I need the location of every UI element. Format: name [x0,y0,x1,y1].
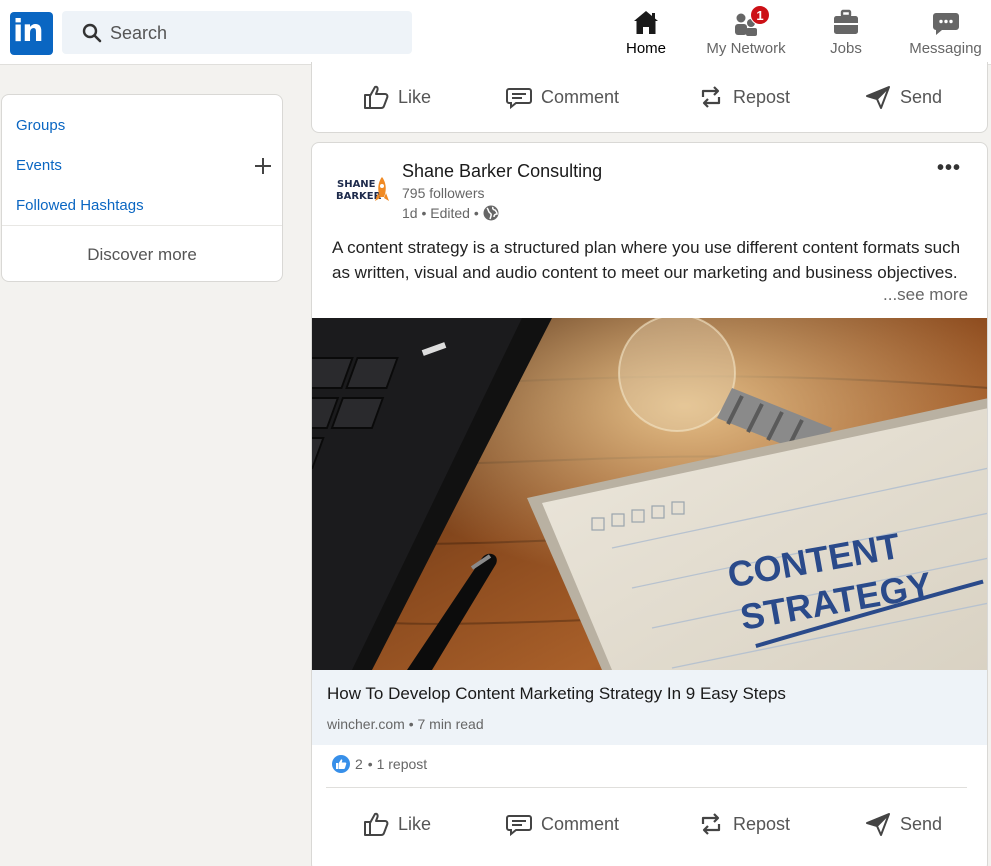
like-label: Like [398,86,432,107]
chat-bubble-icon [932,13,959,35]
post-image[interactable]: CONTENT STRATEGY [312,318,988,670]
see-more-link[interactable]: ...see more [883,285,968,305]
repost-count[interactable]: • 1 repost [368,756,427,772]
post-like-label: Like [398,813,432,834]
sidebar-link-followed-hashtags[interactable]: Followed Hashtags [16,197,144,214]
nav-messaging[interactable]: Messaging [900,0,991,64]
repost-label: Repost [733,86,791,107]
post-time: 1d • Edited • [402,205,479,221]
nav-jobs[interactable]: Jobs [808,0,884,64]
plus-icon[interactable] [254,157,272,175]
repost-icon [701,86,721,108]
post-send-button[interactable]: Send [864,804,942,844]
previous-post-actions: Like Comment Repost Send [311,62,988,133]
sidebar-link-groups[interactable]: Groups [16,117,65,134]
nav-my-network[interactable]: 1 My Network [698,0,794,64]
search-bar[interactable] [62,11,412,54]
company-name[interactable]: Shane Barker Consulting [402,161,602,182]
notification-badge: 1 [750,5,770,25]
reaction-count: 2 [355,756,363,772]
repost-icon [701,813,721,835]
post-like-button[interactable]: Like [362,804,431,844]
comment-label: Comment [541,86,620,107]
svg-text:SHANE: SHANE [337,179,376,190]
thumbs-up-icon [364,812,389,836]
globe-icon [483,205,499,221]
action-bar: Like Comment Repost Send [312,77,987,117]
post-action-bar: Like Comment Repost Send [312,804,987,844]
send-button[interactable]: Send [864,77,942,117]
post-comment-label: Comment [541,813,620,834]
more-options-icon[interactable]: ••• [937,157,961,180]
comment-icon [506,88,532,110]
briefcase-icon [834,9,858,34]
sidebar-link-events[interactable]: Events [16,157,62,174]
top-navbar: in Home 1 My Network Jobs [0,0,991,65]
company-logo[interactable]: SHANE BARKER [334,173,392,209]
post-body: A content strategy is a structured plan … [332,238,961,282]
nav-home-label: Home [625,40,666,57]
search-input[interactable] [110,19,400,47]
sidebar-card: Groups Events Followed Hashtags Discover… [1,94,283,282]
post-repost-label: Repost [733,813,791,834]
post-repost-button[interactable]: Repost [697,804,790,844]
repost-button[interactable]: Repost [697,77,790,117]
comment-icon [506,815,532,837]
search-icon [82,23,102,43]
nav-messaging-label: Messaging [909,40,982,57]
logo-text: in [13,14,44,49]
send-icon [866,86,890,109]
follower-count: 795 followers [402,185,485,201]
post-meta: 1d • Edited • [402,205,499,221]
nav-my-network-label: My Network [706,40,786,57]
like-button[interactable]: Like [362,77,431,117]
send-icon [866,813,890,836]
sidebar-divider [2,225,282,226]
social-counts[interactable]: 2 • 1 repost [332,755,427,773]
feed-post: SHANE BARKER Shane Barker Consulting 795… [311,142,988,866]
like-reaction-icon [332,755,350,773]
thumbs-up-icon [364,85,389,109]
post-divider [326,787,967,788]
linkedin-logo[interactable]: in [10,12,53,55]
comment-button[interactable]: Comment [505,77,619,117]
nav-jobs-label: Jobs [830,40,862,57]
article-link-preview[interactable]: How To Develop Content Marketing Strateg… [312,670,987,745]
send-label: Send [900,86,943,107]
post-send-label: Send [900,813,943,834]
nav-home[interactable]: Home [596,0,696,64]
article-source: wincher.com • 7 min read [327,716,484,732]
home-icon [634,11,658,34]
post-comment-button[interactable]: Comment [505,804,619,844]
svg-text:BARKER: BARKER [336,191,382,202]
discover-more-button[interactable]: Discover more [2,245,282,265]
article-title: How To Develop Content Marketing Strateg… [327,684,786,703]
